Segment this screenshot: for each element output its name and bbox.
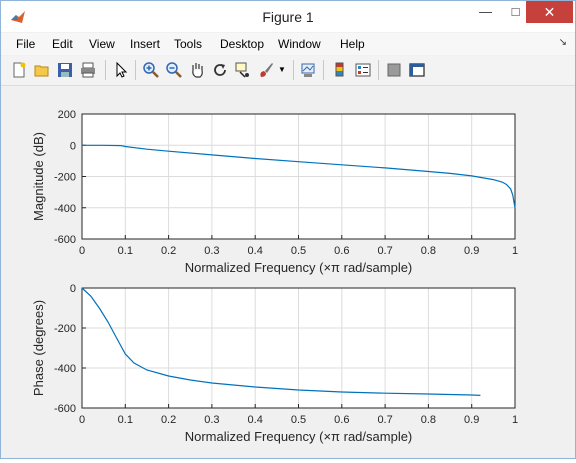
figure-canvas: 0 0.1 0.2 0.3 0.4 0.5 0.6 0.7 0.8 0.9 1 200 0 -200 -40… xyxy=(1,86,575,458)
figure-plots: 0 0.1 0.2 0.3 0.4 0.5 0.6 0.7 0.8 0.9 1 200 0 -200 -40… xyxy=(31,109,518,444)
pan-icon[interactable] xyxy=(188,61,206,79)
menu-window[interactable]: Window xyxy=(278,37,321,51)
x-tick-label: 0.6 xyxy=(334,245,349,257)
legend-icon[interactable] xyxy=(354,61,372,79)
title-bar: Figure 1 — □ ✕ xyxy=(1,1,575,32)
brush-icon[interactable] xyxy=(257,61,275,79)
rotate-icon[interactable] xyxy=(211,61,229,79)
y-tick-label: -400 xyxy=(54,363,76,375)
menu-desktop[interactable]: Desktop xyxy=(220,37,264,51)
toolbar-separator xyxy=(293,60,294,80)
x-tick-label: 0.5 xyxy=(291,414,306,426)
y-tick-label: -600 xyxy=(54,403,76,415)
x-tick-label: 1 xyxy=(512,245,518,257)
save-icon[interactable] xyxy=(56,61,74,79)
x-tick-label: 0.3 xyxy=(204,245,219,257)
menu-help[interactable]: Help xyxy=(340,37,365,51)
y-tick-label: 0 xyxy=(70,283,76,295)
y-tick-label: -200 xyxy=(54,172,76,184)
show-tools-icon[interactable] xyxy=(408,61,426,79)
menu-edit[interactable]: Edit xyxy=(52,37,73,51)
hide-tools-icon[interactable] xyxy=(385,61,403,79)
y-tick-label: -400 xyxy=(54,203,76,215)
menu-insert[interactable]: Insert xyxy=(130,37,160,51)
menu-file[interactable]: File xyxy=(16,37,35,51)
print-icon[interactable] xyxy=(79,61,97,79)
x-tick-label: 0.9 xyxy=(464,245,479,257)
dock-arrow-icon[interactable]: ↘ xyxy=(559,37,567,48)
zoom-in-icon[interactable] xyxy=(142,61,160,79)
x-tick-label: 0.4 xyxy=(248,245,263,257)
axes-1: 0 0.1 0.2 0.3 0.4 0.5 0.6 0.7 0.8 0.9 1 200 0 -200 -40… xyxy=(31,109,518,275)
y-tick-label: -600 xyxy=(54,234,76,246)
x-tick-label: 1 xyxy=(512,414,518,426)
x-tick-label: 0.8 xyxy=(421,245,436,257)
axes-2: 0 0.1 0.2 0.3 0.4 0.5 0.6 0.7 0.8 0.9 1 0 -200 -400 -6… xyxy=(31,283,518,444)
y-tick-label: 200 xyxy=(58,109,76,121)
x-tick-label: 0.3 xyxy=(204,414,219,426)
x-tick-label: 0.6 xyxy=(334,414,349,426)
x-axis-label: Normalized Frequency (×π rad/sample) xyxy=(185,429,413,444)
x-tick-label: 0.8 xyxy=(421,414,436,426)
link-plot-icon[interactable] xyxy=(299,61,317,79)
menu-tools[interactable]: Tools xyxy=(174,37,202,51)
zoom-out-icon[interactable] xyxy=(165,61,183,79)
x-tick-label: 0.1 xyxy=(118,414,133,426)
toolbar-separator xyxy=(105,60,106,80)
toolbar-separator xyxy=(135,60,136,80)
colorbar-icon[interactable] xyxy=(331,61,349,79)
x-tick-label: 0.4 xyxy=(248,414,263,426)
close-button[interactable]: ✕ xyxy=(526,1,573,23)
figure-window: Figure 1 — □ ✕ File Edit View Insert Too… xyxy=(0,0,576,459)
x-tick-label: 0.5 xyxy=(291,245,306,257)
x-tick-label: 0.9 xyxy=(464,414,479,426)
new-figure-icon[interactable] xyxy=(10,61,28,79)
toolbar-separator xyxy=(378,60,379,80)
y-axis-label: Phase (degrees) xyxy=(31,300,46,396)
toolbar: ▼ xyxy=(1,56,575,86)
y-tick-label: 0 xyxy=(70,140,76,152)
menu-bar: File Edit View Insert Tools Desktop Wind… xyxy=(1,33,575,55)
y-tick-label: -200 xyxy=(54,323,76,335)
x-tick-label: 0.7 xyxy=(377,414,392,426)
menu-view[interactable]: View xyxy=(89,37,115,51)
x-tick-label: 0.1 xyxy=(118,245,133,257)
toolbar-separator xyxy=(323,60,324,80)
x-tick-label: 0.2 xyxy=(161,245,176,257)
x-tick-label: 0 xyxy=(79,245,85,257)
data-cursor-icon[interactable] xyxy=(234,61,252,79)
y-axis-label: Magnitude (dB) xyxy=(31,132,46,221)
x-tick-label: 0 xyxy=(79,414,85,426)
x-tick-label: 0.2 xyxy=(161,414,176,426)
x-axis-label: Normalized Frequency (×π rad/sample) xyxy=(185,260,413,275)
x-tick-label: 0.7 xyxy=(377,245,392,257)
open-file-icon[interactable] xyxy=(33,61,51,79)
pointer-icon[interactable] xyxy=(112,61,130,79)
minimize-button[interactable]: — xyxy=(471,1,500,23)
